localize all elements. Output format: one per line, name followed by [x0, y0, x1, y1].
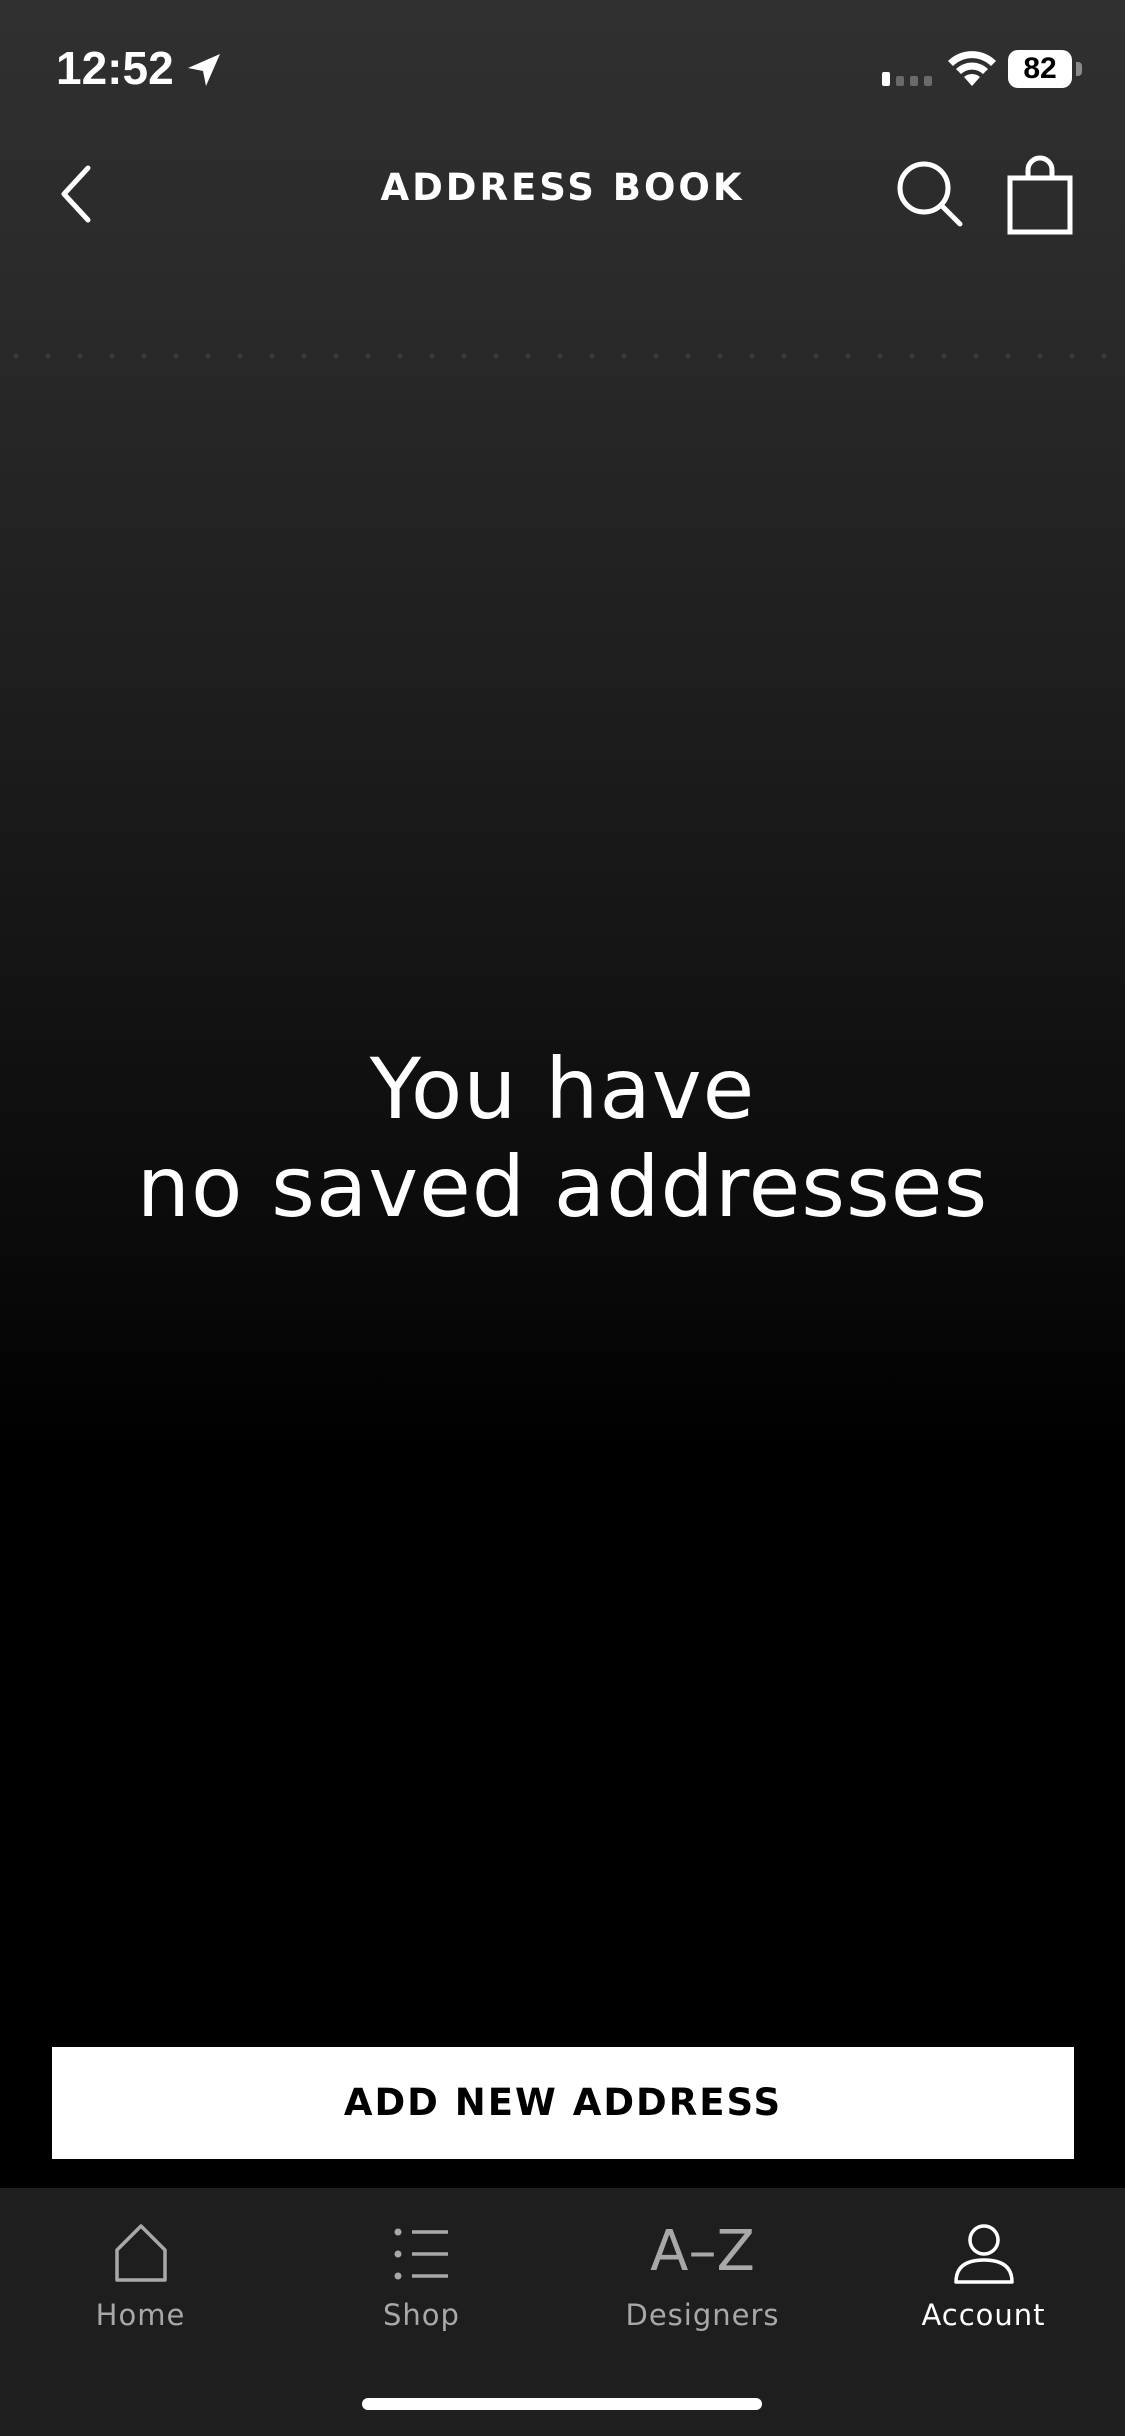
back-button[interactable] — [44, 158, 116, 230]
tab-home-label: Home — [95, 2298, 186, 2332]
status-bar: 12:52 82 — [0, 0, 1125, 140]
battery-level: 82 — [1023, 52, 1057, 85]
tab-account-label: Account — [921, 2298, 1046, 2332]
battery-cap — [1076, 62, 1082, 76]
wifi-icon — [948, 51, 996, 86]
tab-home[interactable]: Home — [0, 2188, 281, 2358]
header-divider — [0, 352, 1125, 360]
nav-header: ADDRESS BOOK — [0, 140, 1125, 250]
battery-icon: 82 — [1008, 50, 1082, 88]
shopping-bag-icon — [1007, 155, 1073, 235]
empty-state-line-1: You have — [369, 1040, 756, 1138]
add-new-address-button[interactable]: ADD NEW ADDRESS — [52, 2047, 1074, 2159]
empty-state-line-2: no saved addresses — [136, 1138, 989, 1236]
tab-shop[interactable]: Shop — [281, 2188, 562, 2358]
search-button[interactable] — [890, 154, 970, 234]
tab-shop-label: Shop — [383, 2298, 460, 2332]
search-icon — [897, 161, 963, 227]
person-icon — [953, 2224, 1014, 2284]
cellular-signal-icon — [882, 72, 932, 86]
tab-designers[interactable]: A–Z Designers — [562, 2188, 843, 2358]
a-z-icon: A–Z — [650, 2219, 755, 2284]
shopping-bag-button[interactable] — [1002, 154, 1080, 238]
address-book-screen: 12:52 82 ADDRESS BOOK You have no saved … — [0, 0, 1125, 2436]
chevron-left-icon — [61, 165, 91, 223]
status-time: 12:52 — [56, 42, 174, 94]
location-arrow-icon — [188, 54, 220, 86]
tab-account[interactable]: Account — [843, 2188, 1124, 2358]
empty-state-message: You have no saved addresses — [0, 1040, 1125, 1236]
list-icon — [394, 2228, 448, 2280]
tab-designers-label: Designers — [625, 2298, 780, 2332]
home-icon — [114, 2224, 167, 2282]
home-indicator[interactable] — [362, 2398, 762, 2410]
